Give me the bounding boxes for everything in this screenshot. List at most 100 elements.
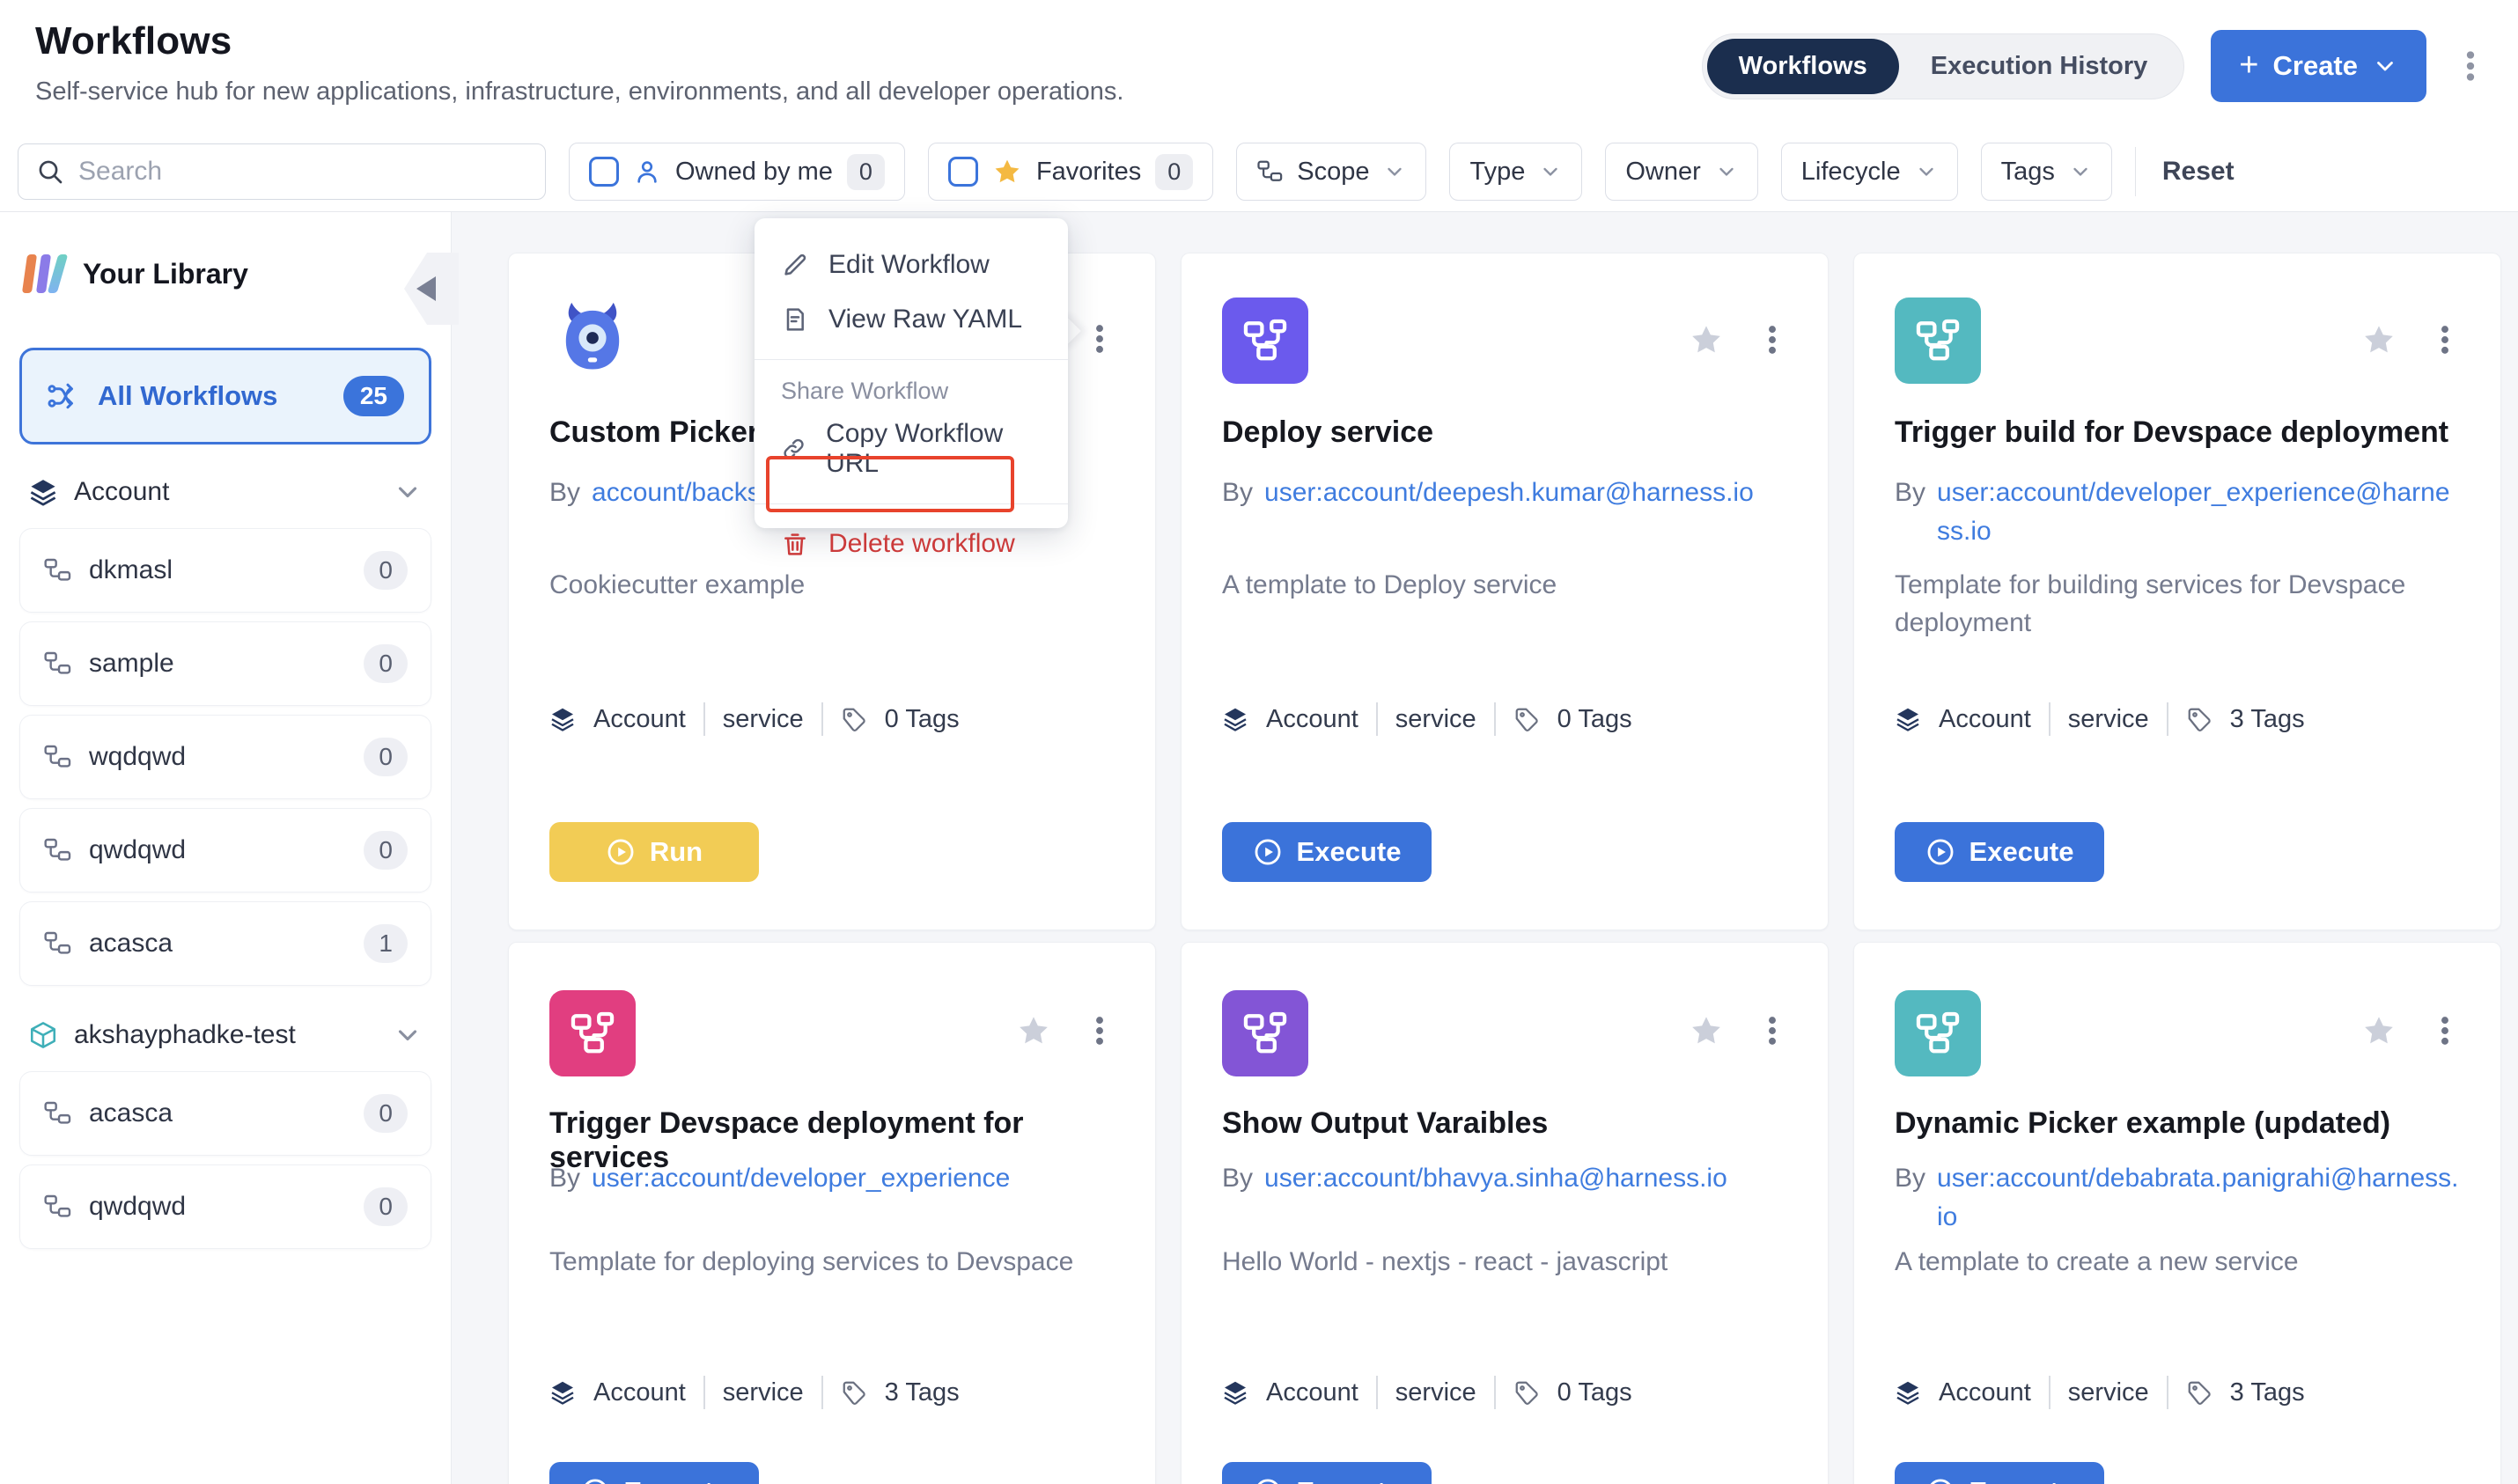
workflow-card-deploy-service[interactable]: Deploy service By user:account/deepesh.k… xyxy=(1181,253,1829,930)
divider xyxy=(755,503,1068,504)
card-scope: Account xyxy=(1939,705,2031,734)
favorite-star-icon[interactable] xyxy=(1016,1013,1051,1048)
card-title: Deploy service xyxy=(1222,415,1787,450)
execute-button[interactable]: Execute xyxy=(1222,1462,1432,1484)
card-menu-button[interactable] xyxy=(2428,1014,2462,1047)
search-input[interactable] xyxy=(78,157,527,187)
play-icon xyxy=(1925,1477,1955,1484)
sidebar-item-qwdqwd-2[interactable]: qwdqwd 0 xyxy=(19,1164,431,1249)
menu-item-edit-workflow[interactable]: Edit Workflow xyxy=(755,238,1068,292)
sidebar-section-akshayphadke-test[interactable]: akshayphadke-test xyxy=(19,1012,431,1058)
workflow-icon xyxy=(549,990,636,1076)
document-icon xyxy=(781,305,809,334)
card-scope: Account xyxy=(1266,705,1358,734)
sidebar-item-qwdqwd[interactable]: qwdqwd 0 xyxy=(19,808,431,893)
card-menu-button[interactable] xyxy=(1756,1014,1789,1047)
favorite-star-icon[interactable] xyxy=(1689,1013,1724,1048)
card-description: Template for building services for Devsp… xyxy=(1895,567,2460,642)
count-badge: 0 xyxy=(364,831,408,870)
card-scope: Account xyxy=(593,705,686,734)
create-button[interactable]: + Create xyxy=(2211,30,2426,102)
workflow-card-show-output-variables[interactable]: Show Output Varaibles By user:account/bh… xyxy=(1181,942,1829,1484)
owner-link[interactable]: user:account/bhavya.sinha@harness.io xyxy=(1264,1159,1727,1198)
card-menu-button[interactable] xyxy=(1083,322,1116,356)
menu-item-view-raw-yaml[interactable]: View Raw YAML xyxy=(755,292,1068,347)
lifecycle-dropdown[interactable]: Lifecycle xyxy=(1781,143,1958,201)
owner-link[interactable]: user:account/deepesh.kumar@harness.io xyxy=(1264,474,1754,512)
layers-icon xyxy=(549,706,576,732)
hierarchy-icon xyxy=(43,929,71,958)
chevron-down-icon xyxy=(1915,160,1938,183)
type-dropdown[interactable]: Type xyxy=(1449,143,1582,201)
owner-link[interactable]: user:account/developer_experience@harnes… xyxy=(1937,474,2460,550)
owner-link[interactable]: user:account/developer_experience xyxy=(592,1159,1010,1198)
tag-icon xyxy=(2186,706,2212,732)
divider xyxy=(821,702,823,736)
chevron-down-icon xyxy=(1383,160,1406,183)
page-header: Workflows Self-service hub for new appli… xyxy=(0,0,2518,132)
owned-by-me-checkbox[interactable] xyxy=(589,157,619,187)
favorites-checkbox[interactable] xyxy=(948,157,978,187)
sidebar-section-account[interactable]: Account xyxy=(19,469,431,515)
execute-button[interactable]: Execute xyxy=(1895,822,2104,882)
execute-button[interactable]: Execute xyxy=(1895,1462,2104,1484)
scope-dropdown[interactable]: Scope xyxy=(1236,143,1426,201)
execute-button[interactable]: Execute xyxy=(1222,822,1432,882)
tags-dropdown[interactable]: Tags xyxy=(1981,143,2112,201)
count-badge: 0 xyxy=(364,644,408,683)
owned-by-me-count: 0 xyxy=(847,154,885,190)
tag-icon xyxy=(1513,1379,1540,1406)
sidebar-item-acasca-2[interactable]: acasca 0 xyxy=(19,1071,431,1156)
collapse-arrow-icon xyxy=(416,276,436,301)
layers-icon xyxy=(1222,706,1248,732)
sidebar-item-acasca[interactable]: acasca 1 xyxy=(19,901,431,986)
owner-link[interactable]: account/backs xyxy=(592,474,761,512)
view-toggle: Workflows Execution History xyxy=(1702,33,2185,99)
card-description: A template to create a new service xyxy=(1895,1244,2460,1282)
execute-button[interactable]: Execute xyxy=(549,1462,759,1484)
chevron-down-icon xyxy=(393,477,423,507)
divider xyxy=(2049,1376,2050,1409)
trash-icon xyxy=(781,530,809,558)
hierarchy-icon xyxy=(1256,158,1283,185)
card-title: Trigger build for Devspace deployment xyxy=(1895,415,2460,450)
sidebar-item-all-workflows[interactable]: All Workflows 25 xyxy=(19,348,431,444)
workflow-card-trigger-devspace-services[interactable]: Trigger Devspace deployment for services… xyxy=(508,942,1156,1484)
workflow-card-trigger-build-devspace[interactable]: Trigger build for Devspace deployment By… xyxy=(1853,253,2501,930)
owner-link[interactable]: user:account/debabrata.panigrahi@harness… xyxy=(1937,1159,2460,1236)
favorite-star-icon[interactable] xyxy=(2361,322,2397,357)
divider xyxy=(821,1376,823,1409)
menu-item-copy-workflow-url[interactable]: Copy Workflow URL xyxy=(755,407,1068,491)
divider xyxy=(755,359,1068,360)
card-scope: Account xyxy=(1266,1378,1358,1407)
run-button[interactable]: Run xyxy=(549,822,759,882)
play-icon xyxy=(1253,837,1283,867)
favorite-star-icon[interactable] xyxy=(1689,322,1724,357)
sidebar-item-wqdqwd[interactable]: wqdqwd 0 xyxy=(19,715,431,799)
divider xyxy=(2135,147,2136,196)
favorite-star-icon[interactable] xyxy=(2361,1013,2397,1048)
layers-icon xyxy=(1895,706,1921,732)
owned-by-me-filter[interactable]: Owned by me 0 xyxy=(569,143,905,201)
card-menu-button[interactable] xyxy=(1756,323,1789,356)
menu-item-delete-workflow[interactable]: Delete workflow xyxy=(755,517,1068,571)
search-box[interactable] xyxy=(18,143,546,200)
card-menu-button[interactable] xyxy=(1083,1014,1116,1047)
workflow-card-dynamic-picker[interactable]: Dynamic Picker example (updated) By user… xyxy=(1853,942,2501,1484)
header-actions: Workflows Execution History + Create xyxy=(1702,30,2488,102)
akshayphadke-project-list: acasca 0 qwdqwd 0 xyxy=(19,1071,431,1249)
favorites-filter[interactable]: Favorites 0 xyxy=(928,143,1213,201)
header-kebab-menu-icon[interactable] xyxy=(2453,48,2488,84)
reset-filters-button[interactable]: Reset xyxy=(2162,157,2235,187)
card-menu-button[interactable] xyxy=(2428,323,2462,356)
workflows-page: Workflows Self-service hub for new appli… xyxy=(0,0,2518,1484)
card-tags-count: 0 Tags xyxy=(1557,705,1632,734)
card-type: service xyxy=(1395,1378,1476,1407)
card-title: Show Output Varaibles xyxy=(1222,1106,1787,1141)
sidebar-item-sample[interactable]: sample 0 xyxy=(19,621,431,706)
tab-execution-history[interactable]: Execution History xyxy=(1899,39,2180,94)
count-badge: 1 xyxy=(364,924,408,963)
sidebar-item-dkmasl[interactable]: dkmasl 0 xyxy=(19,528,431,613)
owner-dropdown[interactable]: Owner xyxy=(1605,143,1757,201)
tab-workflows[interactable]: Workflows xyxy=(1707,39,1899,94)
